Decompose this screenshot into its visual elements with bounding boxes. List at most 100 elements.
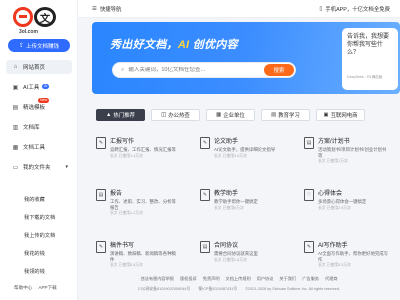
submenu-item-uploads[interactable]: 我上传的文档 <box>24 229 74 241</box>
ai-chat-card[interactable]: 告诉我，我想要你帮我写些什么？ DeepSeek - R1满血版 <box>342 28 398 90</box>
footer-links: 违法有害内容举报 版权投诉 免责声明 文档上传规则 用户协议 关于我们 广告服务… <box>78 276 400 282</box>
tab-hot[interactable]: ▲ 热门推荐 <box>96 109 145 121</box>
library-icon: ▥ <box>12 124 19 131</box>
office-icon: ◫ <box>161 112 167 118</box>
card-title: 汇报写作 <box>110 139 135 145</box>
card-meta: 长文 已使用5.6万次 <box>110 263 143 268</box>
sidebar-item-label: 网站首页 <box>23 65 46 71</box>
sidebar-item-folder[interactable]: ▭ 我的文件夹 ▾ <box>6 160 72 174</box>
police-registration[interactable]: 川公网安备51019002006044号 <box>138 287 190 292</box>
thesis-icon: ✎ <box>200 137 210 149</box>
banner-title-part: 秀出好文档， <box>110 39 178 51</box>
submenu-item-downloads[interactable]: 我下载的文档 <box>24 211 74 223</box>
tab-label: 热门推荐 <box>113 113 135 119</box>
tool-card[interactable]: ♡ 心得体会 多场景心得体会一键搞定 长文 已使用2.8万次 <box>304 188 400 222</box>
tool-card[interactable]: ✎ 论文助手 AI论文助手，提供详细论文指导 长文 已使用3.6万次 <box>200 136 304 170</box>
quick-nav[interactable]: ☰ 快捷导航 <box>92 5 121 13</box>
card-meta: 长文 已使用6万次 <box>214 205 244 210</box>
card-desc: 工作、述职、实习、整改、分析等报告 <box>110 199 176 210</box>
card-desc: 活动策划书/项目计划书/创业计划书等 <box>318 147 387 158</box>
submenu-item-spent[interactable]: 我花的钱 <box>24 247 74 259</box>
building-icon: ▦ <box>216 112 222 118</box>
card-desc: 多场景心得体会一键搞定 <box>318 199 367 204</box>
footer-link[interactable]: 文档上传规则 <box>226 276 251 282</box>
tools-icon: ▦ <box>12 144 19 151</box>
search-input[interactable] <box>128 67 259 73</box>
tab-label: 互联网电商 <box>330 113 358 119</box>
footer-link[interactable]: 代理商 <box>325 276 338 282</box>
logo-domain: 3ol.com <box>19 29 38 35</box>
folder-submenu: 我的收藏 我下载的文档 我上传的文档 我花的钱 我领的钱 <box>24 193 74 283</box>
logo-text: 文 <box>34 7 56 27</box>
search-icon: ⌕ <box>121 66 125 73</box>
card-title: 心得体会 <box>318 191 343 197</box>
help-center-link[interactable]: 帮助中心 <box>14 285 32 291</box>
card-desc: 演讲稿、致辞稿、新闻稿等各种稿件 <box>110 251 176 262</box>
teaching-icon: ✎ <box>200 189 210 201</box>
sidebar-item-tools[interactable]: ▦ 文档工具 <box>6 140 72 154</box>
sidebar-item-label: 我的文件夹 <box>23 165 51 171</box>
ai-chat-hint: DeepSeek - R1满血版 <box>347 75 383 79</box>
tab-office[interactable]: ◫ 办公热查 <box>151 109 200 121</box>
submenu-item-favorites[interactable]: 我的收藏 <box>24 193 74 205</box>
search-bar: ⌕ 搜索 <box>112 62 296 78</box>
card-meta: 长文 已使用2.8万次 <box>318 205 351 210</box>
tab-ecommerce[interactable]: ▣ 互联网电商 <box>316 109 365 121</box>
new-badge: New <box>38 98 50 103</box>
folder-icon: ▭ <box>12 164 19 171</box>
book-icon: ▤ <box>271 112 277 118</box>
tab-label: 教育学习 <box>278 113 300 119</box>
footer-link[interactable]: 用户协议 <box>257 276 274 282</box>
tool-card[interactable]: ✎ 稿件书写 演讲稿、致辞稿、新闻稿等各种稿件 长文 已使用5.6万次 <box>96 240 200 274</box>
footer-link[interactable]: 违法有害内容举报 <box>140 276 174 282</box>
sidebar-item-ai-tools[interactable]: ▣ AI工具 AI <box>6 80 72 94</box>
banner-title-part: 创优内容 <box>189 39 238 51</box>
category-tabs: ▲ 热门推荐 ◫ 办公热查 ▦ 企业单位 ▤ 教育学习 ▣ 互联网电商 <box>96 109 400 121</box>
card-desc: AI全面写作助手，帮你更好地完成写作 <box>318 251 389 262</box>
card-meta: 长文 已使用3.6万次 <box>214 153 247 158</box>
tab-education[interactable]: ▤ 教育学习 <box>261 109 310 121</box>
icp-registration[interactable]: 蜀ICP备2024087431号 <box>198 287 237 292</box>
card-title: 稿件书写 <box>110 243 135 249</box>
copyright: ©2021-2026 by Sichuan Solitime Inc. All … <box>245 287 341 291</box>
tool-card[interactable]: ✎ 教学助手 教学助手帮你一键搞定 长文 已使用6万次 <box>200 188 304 222</box>
footer-link[interactable]: 广告服务 <box>302 276 319 282</box>
page-footer: 违法有害内容举报 版权投诉 免责声明 文档上传规则 用户协议 关于我们 广告服务… <box>78 276 400 292</box>
tool-card[interactable]: ▤ 报告 工作、述职、实习、整改、分析等报告 长文 已使用1.2万次 <box>96 188 200 222</box>
template-icon: ▤ <box>12 104 19 111</box>
menu-icon: ☰ <box>92 5 97 12</box>
tool-card-grid: ✎ 汇报写作 竞聘汇报、工作汇报、情况汇报等 长文 已使用1.4万次 ✎ 论文助手 A… <box>96 136 400 274</box>
footer-link[interactable]: 关于我们 <box>279 276 296 282</box>
tool-card[interactable]: ▤ 方案/计划书 活动策划书/项目计划书/创业计划书等 长文 已使用1万次 <box>304 136 400 170</box>
footer-link[interactable]: 免责声明 <box>203 276 220 282</box>
tab-label: 企业单位 <box>223 113 245 119</box>
tool-card[interactable]: ✎ 汇报写作 竞聘汇报、工作汇报、情况汇报等 长文 已使用1.4万次 <box>96 136 200 170</box>
sidebar-item-templates[interactable]: ▤ 精选模板 New <box>6 98 72 114</box>
upload-button[interactable]: ⇪ 上传文档赚钱 <box>8 39 70 52</box>
app-download-link[interactable]: APP下载 <box>38 285 56 291</box>
tab-enterprise[interactable]: ▦ 企业单位 <box>206 109 255 121</box>
site-logo[interactable]: 文 3ol.com <box>13 6 57 35</box>
card-meta: 长文 已使用1.8万次 <box>214 257 247 262</box>
footer-legal: 川公网安备51019002006044号 蜀ICP备2024087431号 ©2… <box>78 287 400 292</box>
sidebar-item-library[interactable]: ▥ 文档库 <box>6 120 72 134</box>
ai-writing-icon: ✎ <box>304 241 314 253</box>
mobile-app-link[interactable]: ▯ 手机APP，十亿文档全免费 <box>319 5 390 13</box>
sidebar-item-label: 文档库 <box>23 125 40 131</box>
upload-label: 上传文档赚钱 <box>26 43 60 50</box>
sidebar-footer: 帮助中心 APP下载 <box>14 285 57 291</box>
sidebar-item-home[interactable]: ⌂ 网站首页 <box>6 60 72 74</box>
chevron-down-icon: ▾ <box>65 164 68 170</box>
card-desc: 竞聘汇报、工作汇报、情况汇报等 <box>110 147 176 152</box>
search-button[interactable]: 搜索 <box>264 64 294 76</box>
tab-label: 办公热查 <box>168 113 190 119</box>
sidebar-nav: ⌂ 网站首页 ▣ AI工具 AI ▤ 精选模板 New ▥ 文档库 ▦ 文档工具… <box>6 60 72 180</box>
sidebar-item-label: AI工具 <box>23 85 40 91</box>
submenu-item-earned[interactable]: 我领的钱 <box>24 265 74 277</box>
top-bar: ☰ 快捷导航 ▯ 手机APP，十亿文档全免费 <box>78 0 400 18</box>
tool-card[interactable]: ✎ AI写作助手 AI全面写作助手，帮你更好地完成写作 长文 已使用3.5万次 <box>304 240 400 274</box>
footer-link[interactable]: 版权投诉 <box>180 276 197 282</box>
card-title: 方案/计划书 <box>318 139 350 145</box>
tool-card[interactable]: ▤ 合同协议 需要合同协议就来这里 长文 已使用1.8万次 <box>200 240 304 274</box>
mobile-app-label: 手机APP，十亿文档全免费 <box>325 6 390 13</box>
